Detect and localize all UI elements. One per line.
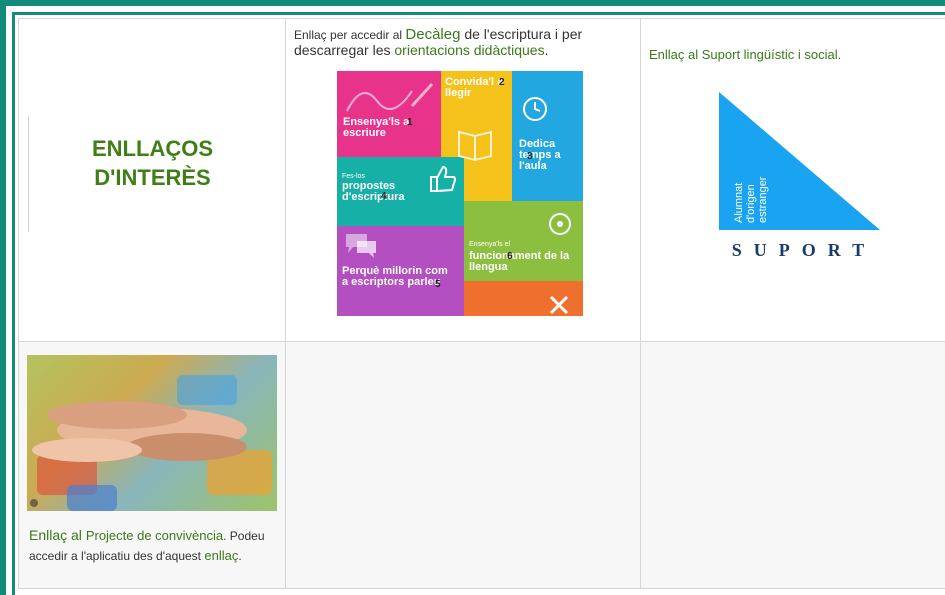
poster-tile-4-title: propostes d'escriptura (342, 180, 405, 203)
convivencia-text: Enllaç al Projecte de convivència. Podeu… (19, 511, 285, 566)
links-table: ENLLAÇOS D'INTERÈS Enllaç per accedir al… (18, 18, 945, 589)
decaleg-text-2: de l'escriptura i per (460, 26, 583, 42)
poster-tile-1-title: Ensenya'ls a escriure (343, 116, 410, 139)
empty-cell-2 (640, 341, 945, 589)
title-line-1: ENLLAÇOS (92, 136, 213, 161)
title-cell: ENLLAÇOS D'INTERÈS (18, 18, 286, 342)
empty-cell-1 (285, 341, 641, 589)
convivencia-text-2: . Podeu (223, 529, 265, 543)
decaleg-poster-image[interactable]: Ensenya'ls a escriure 1 Convida'l a lleg… (337, 71, 583, 316)
decaleg-text-3: descarregar les (294, 42, 395, 58)
gears-head-icon (549, 213, 571, 235)
poster-tile-1-num: 1 (407, 117, 413, 128)
poster-tile-2-num: 2 (499, 77, 505, 88)
poster-tile-4-num: 4 (381, 191, 387, 202)
speech-bubble-icon (346, 234, 376, 258)
suport-logo-image[interactable]: Alumnat d'origen estranger SUPORT (717, 90, 887, 275)
clock-icon (523, 97, 547, 121)
thumbs-up-icon (430, 165, 456, 192)
orientacions-link[interactable]: orientacions didàctiques (394, 42, 544, 58)
convivencia-text-1: Enllaç al (29, 527, 86, 543)
title-line-2: D'INTERÈS (94, 165, 211, 190)
convivencia-cell: Enllaç al Projecte de convivència. Podeu… (18, 341, 286, 589)
tools-icon (549, 295, 569, 315)
hands-photo-shapes (27, 355, 277, 511)
decaleg-text-4: . (544, 42, 549, 58)
suport-link-text[interactable]: Enllaç al Suport lingüístic i social. (641, 19, 945, 62)
poster-tile-6-num: 6 (507, 251, 513, 262)
pencil-icon (346, 82, 434, 112)
decaleg-cell: Enllaç per accedir al Decàleg de l'escri… (285, 18, 641, 342)
page-title: ENLLAÇOS D'INTERÈS (19, 134, 286, 192)
aplicatiu-link[interactable]: enllaç (204, 548, 238, 563)
suport-cell: Enllaç al Suport lingüístic i social. Al… (640, 18, 945, 342)
tri-text-3: estranger (757, 176, 769, 223)
poster-tile-2-title: Convida'l a llegir (445, 76, 504, 99)
decaleg-link[interactable]: Decàleg (405, 26, 460, 43)
poster-tile-6-title: funcionament de la llengua (469, 250, 570, 273)
convivencia-text-4: . (238, 549, 242, 563)
decaleg-text: Enllaç per accedir al Decàleg de l'escri… (286, 19, 640, 58)
poster-tile-3-num: 3 (527, 151, 533, 162)
tri-text-2: d'origen (745, 184, 757, 223)
hands-together-photo[interactable] (27, 355, 277, 511)
poster-tile-6-pre: Ensenya'ls el (469, 241, 511, 248)
suport-word: SUPORT (731, 240, 877, 260)
decaleg-text-1: Enllaç per accedir al (294, 28, 406, 42)
convivencia-link[interactable]: Projecte de convivència (86, 528, 223, 543)
book-icon (458, 130, 492, 162)
convivencia-text-3: accedir a l'aplicatiu des d'aquest (29, 549, 205, 563)
poster-tile-5-num: 5 (435, 279, 441, 290)
tri-text-1: Alumnat (733, 182, 745, 223)
